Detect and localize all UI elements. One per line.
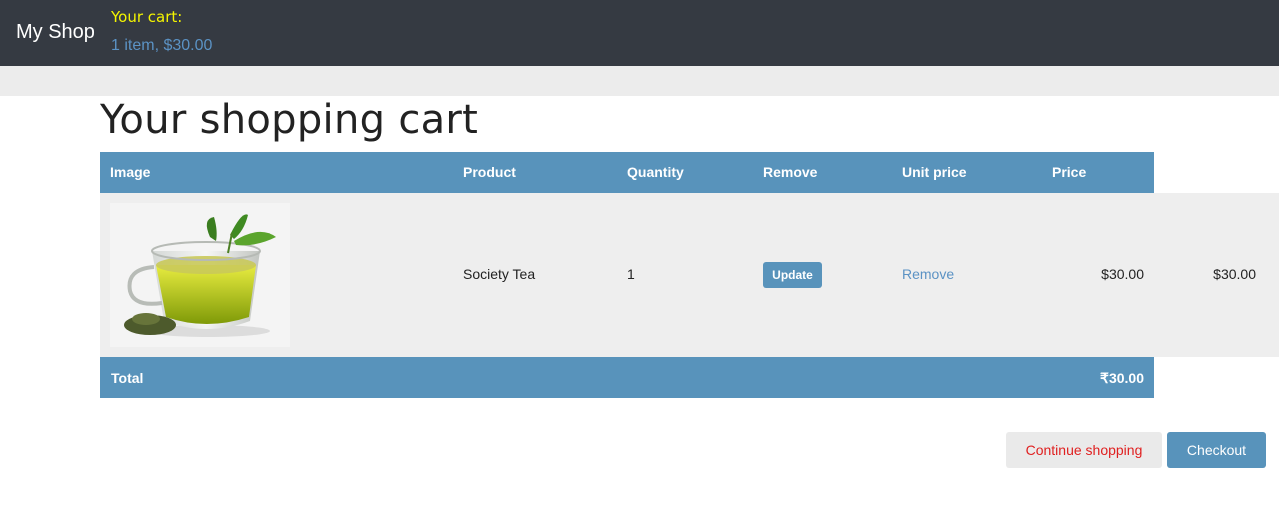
column-header-image: Image (110, 164, 151, 180)
total-value: ₹30.00 (1100, 370, 1144, 386)
column-header-unit-price: Unit price (902, 164, 967, 180)
product-image[interactable] (110, 203, 290, 347)
total-label: Total (111, 370, 144, 386)
column-header-price: Price (1052, 164, 1087, 180)
update-button[interactable]: Update (763, 262, 822, 288)
unit-price-value: $30.00 (1101, 266, 1144, 282)
column-header-remove: Remove (763, 164, 818, 180)
continue-shopping-button[interactable]: Continue shopping (1006, 432, 1162, 468)
breadcrumb-bar (0, 66, 1279, 96)
line-price-value: $30.00 (1213, 266, 1256, 282)
product-name: Society Tea (463, 266, 536, 282)
column-header-quantity: Quantity (627, 164, 684, 180)
top-nav-bar: My Shop Your cart: 1 item, $30.00 (0, 0, 1279, 66)
table-row: Society Tea 1 Update Remove $30.00 $30.0… (100, 193, 1279, 357)
cart-title: Your cart: (111, 8, 183, 26)
cart-total-row: Total ₹30.00 (100, 357, 1154, 398)
column-header-product: Product (463, 164, 516, 180)
tea-cup-icon (124, 214, 276, 337)
page-title: Your shopping cart (100, 97, 479, 143)
remove-link[interactable]: Remove (902, 266, 954, 282)
brand-logo-text[interactable]: My Shop (16, 21, 95, 44)
checkout-button[interactable]: Checkout (1167, 432, 1266, 468)
cart-table-header: Image Product Quantity Remove Unit price… (100, 152, 1154, 193)
quantity-value: 1 (627, 266, 635, 282)
cart-summary-link[interactable]: 1 item, $30.00 (111, 37, 212, 55)
